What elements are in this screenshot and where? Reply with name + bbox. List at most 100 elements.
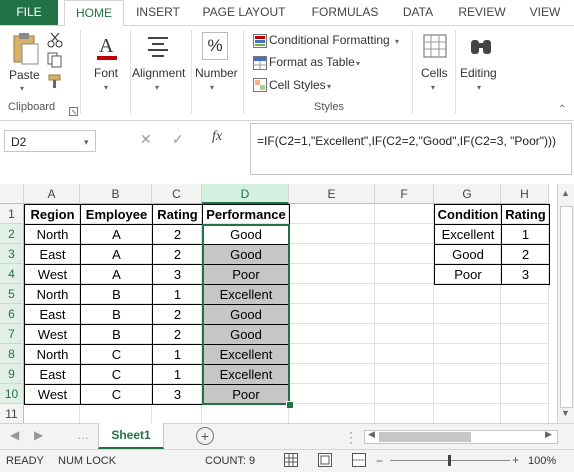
tab-file[interactable]: FILE — [0, 0, 58, 25]
tab-split-icon[interactable]: ⋮ — [344, 429, 358, 446]
table-cell[interactable]: 2 — [152, 304, 203, 325]
editing-button[interactable]: Editing — [460, 66, 497, 80]
column-header-d[interactable]: D — [202, 184, 289, 204]
grid-cell[interactable] — [289, 224, 375, 244]
table-cell[interactable]: C — [80, 344, 153, 365]
lookup-cell[interactable]: Good — [434, 244, 502, 265]
grid-cell[interactable] — [202, 404, 289, 424]
cut-icon[interactable] — [47, 32, 63, 53]
grid-cell[interactable] — [501, 304, 549, 324]
lookup-cell[interactable]: 1 — [501, 224, 550, 245]
grid-cell[interactable] — [289, 404, 375, 424]
collapse-ribbon-icon[interactable]: ⌃ — [558, 104, 566, 115]
grid-cell[interactable] — [375, 264, 434, 284]
grid-cell[interactable] — [289, 384, 375, 404]
name-box-dropdown-icon[interactable]: ▾ — [84, 137, 89, 148]
lookup-cell[interactable]: 2 — [501, 244, 550, 265]
enter-icon[interactable]: ✓ — [172, 131, 184, 148]
cell-styles-button[interactable]: Cell Styles — [269, 78, 326, 92]
table-cell[interactable]: C — [80, 384, 153, 405]
format-as-table-button[interactable]: Format as Table — [269, 55, 355, 69]
row-header-10[interactable]: 10 — [0, 384, 24, 404]
table-cell[interactable]: 3 — [152, 384, 203, 405]
grid-cell[interactable] — [80, 404, 152, 424]
zoom-slider-thumb[interactable] — [448, 455, 451, 466]
insert-function-icon[interactable]: fx — [212, 129, 222, 145]
row-header-7[interactable]: 7 — [0, 324, 24, 344]
grid-cell[interactable] — [289, 204, 375, 224]
table-cell[interactable]: Good — [202, 224, 290, 245]
grid-cell[interactable] — [434, 304, 501, 324]
grid-cell[interactable] — [501, 284, 549, 304]
tab-home[interactable]: HOME — [64, 0, 124, 27]
table-cell[interactable]: B — [80, 284, 153, 305]
grid-cell[interactable] — [375, 284, 434, 304]
cells-button[interactable]: Cells — [421, 66, 448, 80]
table-cell[interactable]: Good — [202, 244, 290, 265]
select-all-corner[interactable] — [0, 184, 24, 204]
column-header-g[interactable]: G — [434, 184, 501, 204]
horizontal-scrollbar[interactable] — [364, 430, 558, 444]
grid-cell[interactable] — [434, 404, 501, 424]
grid-cell[interactable] — [434, 364, 501, 384]
table-cell[interactable]: 2 — [152, 324, 203, 345]
table-cell[interactable]: C — [80, 364, 153, 385]
table-cell[interactable]: 2 — [152, 244, 203, 265]
cells-icon[interactable] — [423, 34, 447, 63]
format-painter-icon[interactable] — [47, 73, 63, 94]
table-cell[interactable]: North — [24, 224, 81, 245]
row-header-3[interactable]: 3 — [0, 244, 24, 264]
scroll-right-icon[interactable]: ▶ — [545, 429, 552, 440]
grid-cell[interactable] — [434, 344, 501, 364]
table-cell[interactable]: A — [80, 224, 153, 245]
table-cell[interactable]: West — [24, 324, 81, 345]
column-header-h[interactable]: H — [501, 184, 549, 204]
fill-handle[interactable] — [286, 401, 294, 409]
grid-cell[interactable] — [289, 284, 375, 304]
lookup-cell[interactable]: Poor — [434, 264, 502, 285]
grid-cell[interactable] — [434, 384, 501, 404]
font-button[interactable]: Font — [94, 66, 118, 80]
grid-cell[interactable] — [434, 324, 501, 344]
table-cell[interactable]: East — [24, 364, 81, 385]
grid-cell[interactable] — [289, 264, 375, 284]
formula-input[interactable]: =IF(C2=1,"Excellent",IF(C2=2,"Good",IF(C… — [250, 123, 572, 175]
page-layout-view-icon[interactable] — [318, 453, 332, 470]
table-cell[interactable]: 1 — [152, 344, 203, 365]
row-header-11[interactable]: 11 — [0, 404, 24, 424]
row-header-6[interactable]: 6 — [0, 304, 24, 324]
scroll-down-icon[interactable]: ▼ — [561, 408, 570, 418]
column-header-e[interactable]: E — [289, 184, 375, 204]
row-header-4[interactable]: 4 — [0, 264, 24, 284]
grid-cell[interactable] — [375, 344, 434, 364]
tab-formulas[interactable]: FORMULAS — [304, 0, 386, 25]
sheet-tab-sheet1[interactable]: Sheet1 — [98, 423, 164, 449]
table-cell[interactable]: A — [80, 264, 153, 285]
table-cell[interactable]: Excellent — [202, 344, 290, 365]
table-cell[interactable]: 1 — [152, 284, 203, 305]
vertical-scrollbar-thumb[interactable] — [560, 206, 573, 408]
lookup-cell[interactable]: 3 — [501, 264, 550, 285]
binoculars-icon[interactable] — [469, 34, 493, 63]
table-cell[interactable]: East — [24, 244, 81, 265]
row-header-5[interactable]: 5 — [0, 284, 24, 304]
percent-icon[interactable]: % — [202, 32, 228, 60]
paste-button[interactable]: Paste — [9, 68, 40, 82]
page-break-view-icon[interactable] — [352, 453, 366, 470]
table-cell[interactable]: B — [80, 324, 153, 345]
table-cell[interactable]: Excellent — [202, 364, 290, 385]
tab-data[interactable]: DATA — [392, 0, 444, 25]
table-cell[interactable]: B — [80, 304, 153, 325]
tab-view[interactable]: VIEW — [522, 0, 568, 25]
table-cell[interactable]: West — [24, 384, 81, 405]
column-header-f[interactable]: F — [375, 184, 434, 204]
scrollbar-thumb[interactable] — [379, 432, 471, 442]
number-button[interactable]: Number — [195, 66, 238, 80]
add-sheet-icon[interactable]: + — [196, 427, 214, 445]
scroll-up-icon[interactable]: ▲ — [561, 188, 570, 198]
name-box[interactable]: D2 — [4, 130, 96, 152]
table-cell[interactable]: East — [24, 304, 81, 325]
table-cell[interactable]: West — [24, 264, 81, 285]
table-cell[interactable]: Poor — [202, 264, 290, 285]
clipboard-launcher-icon[interactable] — [69, 103, 78, 121]
